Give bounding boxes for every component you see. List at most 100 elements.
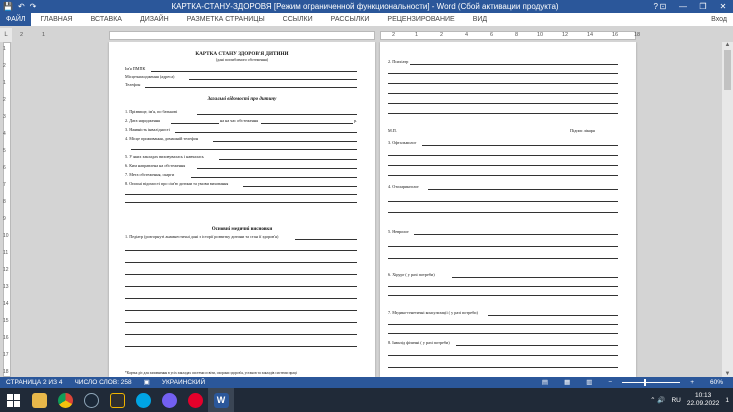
horizontal-ruler[interactable]: 2 1 2 1 2 4 6 8 10 12 14 16 18 (12, 28, 733, 42)
document-page-2[interactable]: 2. Психіатр М.П. Підпис лікаря 3. Офталь… (380, 42, 636, 377)
clock-time: 10:13 (694, 392, 712, 399)
document-page-1[interactable]: КАРТКА СТАНУ ЗДОРОВ'Я ДИТИНИ (дані погли… (109, 42, 375, 377)
form-item: 3. Наявність інвалідності (125, 127, 170, 132)
windows-logo-icon (6, 393, 20, 407)
taskbar-chat[interactable] (130, 388, 156, 412)
word-count[interactable]: ЧИСЛО СЛОВ: 258 (74, 377, 131, 388)
web-layout-icon[interactable]: ▥ (586, 377, 592, 388)
tab-selector[interactable]: L (0, 28, 12, 42)
clock[interactable]: 10:13 22.09.2022 (687, 392, 720, 408)
ribbon-tabs: ФАЙЛ ГЛАВНАЯ ВСТАВКА ДИЗАЙН РАЗМЕТКА СТР… (0, 13, 733, 27)
tab-insert[interactable]: ВСТАВКА (82, 13, 131, 26)
tab-page-layout[interactable]: РАЗМЕТКА СТРАНИЦЫ (178, 13, 274, 26)
tab-home[interactable]: ГЛАВНАЯ (31, 13, 81, 26)
read-mode-icon[interactable]: ▤ (542, 377, 548, 388)
taskbar-word[interactable]: W (208, 388, 234, 412)
section-heading: Загальні відомості про дитину (207, 97, 277, 102)
scroll-up-icon[interactable]: ▲ (722, 42, 733, 48)
ruler-number: 1 (42, 32, 46, 38)
card-subtitle: (дані поглибленого обстеження) (216, 58, 268, 62)
minimize-button[interactable]: — (673, 0, 693, 13)
system-tray: ⌃ 🔊 RU 10:13 22.09.2022 1 (650, 388, 729, 412)
ruler-number: 18 (3, 369, 9, 375)
tab-review[interactable]: РЕЦЕНЗИРОВАНИЕ (378, 13, 463, 26)
zoom-level[interactable]: 60% (710, 377, 723, 388)
age-label: на на час обстеження (220, 118, 259, 123)
tab-file[interactable]: ФАЙЛ (0, 13, 32, 26)
redo-icon[interactable]: ↷ (30, 1, 37, 13)
opera-icon (187, 392, 203, 408)
zoom-slider[interactable] (622, 379, 681, 386)
page-count[interactable]: СТРАНИЦА 2 ИЗ 4 (6, 377, 62, 388)
warning-triangle-icon (109, 392, 125, 408)
undo-icon[interactable]: ↶ (18, 1, 25, 13)
field-label: Ім'я ПМПК (125, 66, 146, 71)
start-button[interactable] (0, 388, 26, 412)
ruler-number: 8 (3, 199, 6, 205)
clock-date: 22.09.2022 (686, 400, 720, 407)
year-suffix: р. (354, 118, 358, 123)
ruler-number: 1 (415, 32, 419, 38)
taskbar-app[interactable] (104, 388, 130, 412)
form-item: 4. Отоларинголог (388, 184, 420, 189)
form-item: 4. Місце проживання, домашній телефон (125, 136, 199, 141)
form-item: 7. Мета обстеження, скарги (125, 172, 175, 177)
ruler-number: 16 (3, 335, 9, 341)
tab-design[interactable]: ДИЗАЙН (131, 13, 178, 26)
language-indicator[interactable]: УКРАИНСКИЙ (162, 377, 205, 388)
ruler-number: 15 (3, 318, 9, 324)
taskbar-opera[interactable] (182, 388, 208, 412)
ribbon-display-options-icon[interactable]: ⊡ (653, 0, 673, 13)
ruler-number: 7 (3, 182, 6, 188)
ruler-number: 10 (537, 32, 544, 38)
document-area[interactable]: КАРТКА СТАНУ ЗДОРОВ'Я ДИТИНИ (дані погли… (12, 42, 722, 377)
section-heading: Основні медичні висновки (211, 227, 273, 232)
tray-icons[interactable]: ⌃ 🔊 (650, 396, 665, 404)
form-item: 1. Прізвище, ім'я, по батькові (125, 109, 178, 114)
ruler-number: 12 (562, 32, 569, 38)
vertical-ruler[interactable]: 1212345678910111213141516171819 (0, 42, 12, 392)
form-item: 2. Дата народження (125, 118, 160, 123)
window-controls: ⊡ — ❐ ✕ (653, 0, 733, 13)
word-window: 💾 ↶ ↷ КАРТКА-СТАНУ-ЗДОРОВЯ [Режим ограни… (0, 0, 733, 412)
print-layout-icon[interactable]: ▦ (564, 377, 570, 388)
tab-references[interactable]: ССЫЛКИ (274, 13, 322, 26)
ruler-number: 1 (3, 46, 6, 52)
taskbar-viber[interactable] (156, 388, 182, 412)
tab-mailings[interactable]: РАССЫЛКИ (322, 13, 379, 26)
viber-icon (161, 392, 177, 408)
form-item: 3. Офтальмолог (388, 140, 417, 145)
save-icon[interactable]: 💾 (3, 1, 13, 13)
scrollbar-thumb[interactable] (724, 50, 731, 90)
sign-in-link[interactable]: Вход (711, 13, 727, 27)
close-button[interactable]: ✕ (713, 0, 733, 13)
title-bar: 💾 ↶ ↷ КАРТКА-СТАНУ-ЗДОРОВЯ [Режим ограни… (0, 0, 733, 13)
footnote: *Картка діє для заповнення в усіх заклад… (125, 371, 297, 375)
notification-badge[interactable]: 1 (725, 397, 729, 404)
form-item: 5. Невролог (388, 229, 410, 234)
taskbar-explorer[interactable] (26, 388, 52, 412)
form-item: 5. У яких закладах виховувалась і навчал… (125, 154, 204, 159)
tab-view[interactable]: ВИД (464, 13, 496, 26)
ruler-number: 13 (3, 284, 9, 290)
ruler-number: 14 (587, 32, 594, 38)
chat-icon (135, 392, 151, 408)
taskbar-steam[interactable] (78, 388, 104, 412)
form-item: 1. Педіатр (розгорнуті анамнестичні дані… (125, 234, 279, 239)
restore-button[interactable]: ❐ (693, 0, 713, 13)
ruler-number: 18 (634, 32, 641, 38)
form-item: 6. Ким направлена на обстеження (125, 163, 186, 168)
form-item: 6. Хірург ( у разі потреби) (388, 272, 435, 277)
form-item: 8. Інвалід фізичні ( у разі потреби) (388, 340, 450, 345)
vertical-scrollbar[interactable]: ▲ ▼ (722, 42, 733, 377)
ruler-number: 12 (3, 267, 9, 273)
zoom-in-button[interactable]: + (690, 377, 694, 388)
ruler-number: 16 (612, 32, 619, 38)
ruler-number: 11 (3, 250, 9, 256)
zoom-out-button[interactable]: − (608, 377, 612, 388)
proofing-icon[interactable]: ▣ (144, 377, 150, 388)
ruler-number: 1 (3, 80, 6, 86)
ruler-number: 17 (3, 352, 9, 358)
taskbar-chrome[interactable] (52, 388, 78, 412)
input-language[interactable]: RU (671, 397, 680, 404)
